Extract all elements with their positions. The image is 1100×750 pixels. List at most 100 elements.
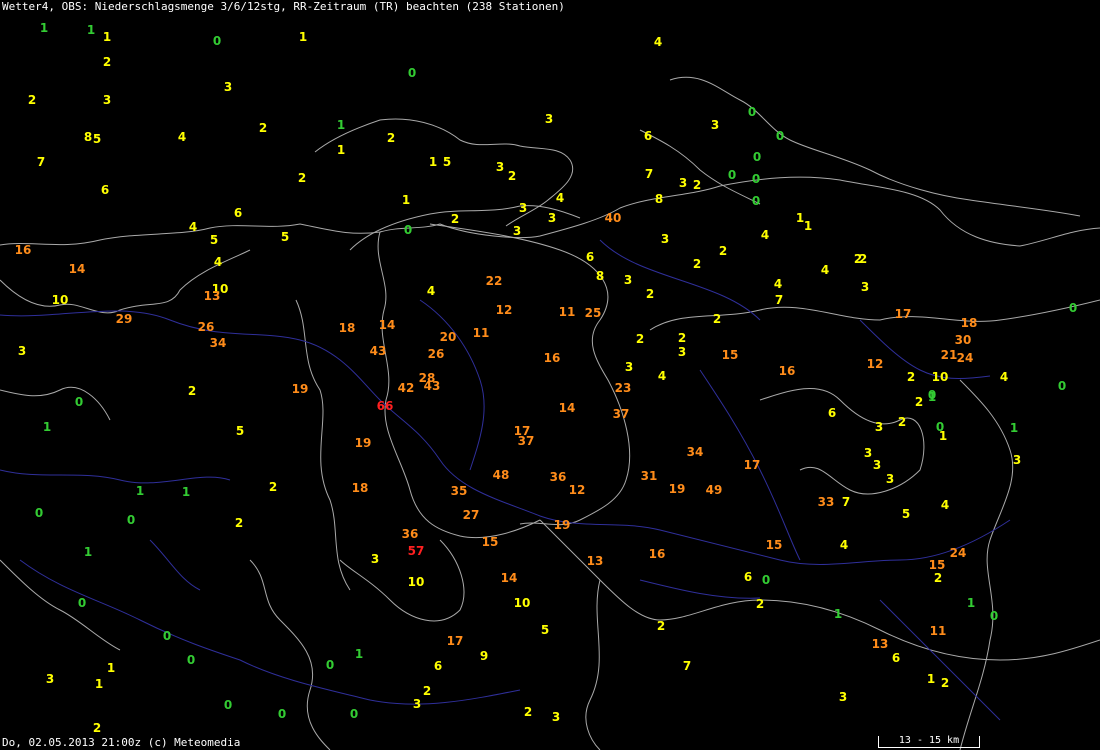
station-value: 10 xyxy=(408,575,425,589)
station-value: 2 xyxy=(188,384,196,398)
station-value: 13 xyxy=(587,554,604,568)
station-value: 2 xyxy=(907,370,915,384)
station-value: 27 xyxy=(463,508,480,522)
station-value: 7 xyxy=(683,659,691,673)
station-value: 3 xyxy=(875,420,883,434)
station-value: 3 xyxy=(545,112,553,126)
station-value: 2 xyxy=(693,178,701,192)
station-value: 3 xyxy=(711,118,719,132)
station-value: 24 xyxy=(950,546,967,560)
station-value: 3 xyxy=(513,224,521,238)
station-value: 1 xyxy=(337,118,345,132)
station-value: 2 xyxy=(756,597,764,611)
station-value: 1 xyxy=(84,545,92,559)
station-value: 0 xyxy=(408,66,416,80)
station-value: 1 xyxy=(87,23,95,37)
station-value: 18 xyxy=(961,316,978,330)
station-value: 1 xyxy=(182,485,190,499)
station-value: 3 xyxy=(552,710,560,724)
station-value: 40 xyxy=(605,211,622,225)
station-value: 18 xyxy=(352,481,369,495)
station-value: 1 xyxy=(299,30,307,44)
station-value: 10 xyxy=(932,370,949,384)
station-value: 15 xyxy=(722,348,739,362)
station-value: 1 xyxy=(927,672,935,686)
station-value: 3 xyxy=(864,446,872,460)
station-value: 1 xyxy=(40,21,48,35)
station-value: 0 xyxy=(127,513,135,527)
station-value: 0 xyxy=(776,129,784,143)
station-value: 26 xyxy=(198,320,215,334)
station-value: 3 xyxy=(103,93,111,107)
station-value: 16 xyxy=(779,364,796,378)
station-value: 2 xyxy=(646,287,654,301)
station-value: 2 xyxy=(524,705,532,719)
station-value: 2 xyxy=(259,121,267,135)
station-value: 2 xyxy=(915,395,923,409)
station-value: 0 xyxy=(75,395,83,409)
station-value: 0 xyxy=(990,609,998,623)
station-value: 0 xyxy=(1058,379,1066,393)
station-value: 7 xyxy=(775,293,783,307)
precipitation-map: 1 1 1 0 1 4202 3302 123638 5 4 00711 5 3022 73 2 0064 81… xyxy=(0,21,1100,750)
map-footer: Do, 02.05.2013 21:00z (c) Meteomedia xyxy=(2,736,241,749)
station-value: 12 xyxy=(569,483,586,497)
station-value: 0 xyxy=(753,150,761,164)
station-value: 5 xyxy=(541,623,549,637)
station-value: 3 xyxy=(873,458,881,472)
station-value: 2 xyxy=(859,252,867,266)
station-value: 0 xyxy=(752,194,760,208)
station-value: 1 xyxy=(136,484,144,498)
station-value: 17 xyxy=(895,307,912,321)
station-value: 3 xyxy=(1013,453,1021,467)
station-value: 0 xyxy=(163,629,171,643)
station-value: 2 xyxy=(678,331,686,345)
station-value: 6 xyxy=(101,183,109,197)
station-value: 4 xyxy=(654,35,662,49)
station-value: 37 xyxy=(518,434,535,448)
station-value: 29 xyxy=(116,312,133,326)
station-value: 24 xyxy=(957,351,974,365)
station-value: 11 xyxy=(930,624,947,638)
station-value: 3 xyxy=(624,273,632,287)
station-value: 1 xyxy=(429,155,437,169)
station-value: 1 xyxy=(355,647,363,661)
station-value: 14 xyxy=(501,571,518,585)
station-value: 3 xyxy=(678,345,686,359)
station-value: 6 xyxy=(434,659,442,673)
station-value: 4 xyxy=(556,191,564,205)
station-value: 3 xyxy=(679,176,687,190)
station-value: 2 xyxy=(898,415,906,429)
station-value: 14 xyxy=(379,318,396,332)
station-value: 4 xyxy=(427,284,435,298)
station-value: 42 xyxy=(398,381,415,395)
station-value: 1 xyxy=(402,193,410,207)
station-value: 1 xyxy=(1010,421,1018,435)
station-value: 2 xyxy=(103,55,111,69)
station-value: 2 xyxy=(298,171,306,185)
station-value: 0 xyxy=(748,105,756,119)
station-value: 6 xyxy=(644,129,652,143)
station-value: 0 xyxy=(350,707,358,721)
station-value: 3 xyxy=(496,160,504,174)
station-value: 10 xyxy=(52,293,69,307)
station-value: 0 xyxy=(35,506,43,520)
station-value: 1 xyxy=(967,596,975,610)
station-value: 35 xyxy=(451,484,468,498)
station-value: 4 xyxy=(840,538,848,552)
station-value: 43 xyxy=(370,344,387,358)
station-value: 25 xyxy=(585,306,602,320)
station-value: 19 xyxy=(669,482,686,496)
station-value: 17 xyxy=(744,458,761,472)
station-value: 6 xyxy=(744,570,752,584)
station-value: 5 xyxy=(93,132,101,146)
station-value: 4 xyxy=(774,277,782,291)
station-value: 19 xyxy=(292,382,309,396)
station-value: 43 xyxy=(424,379,441,393)
scale-label: 13 - 15 km xyxy=(898,735,960,746)
station-value: 1 xyxy=(337,143,345,157)
station-value: 48 xyxy=(493,468,510,482)
station-value: 1 xyxy=(107,661,115,675)
station-value: 2 xyxy=(28,93,36,107)
station-value: 4 xyxy=(1000,370,1008,384)
